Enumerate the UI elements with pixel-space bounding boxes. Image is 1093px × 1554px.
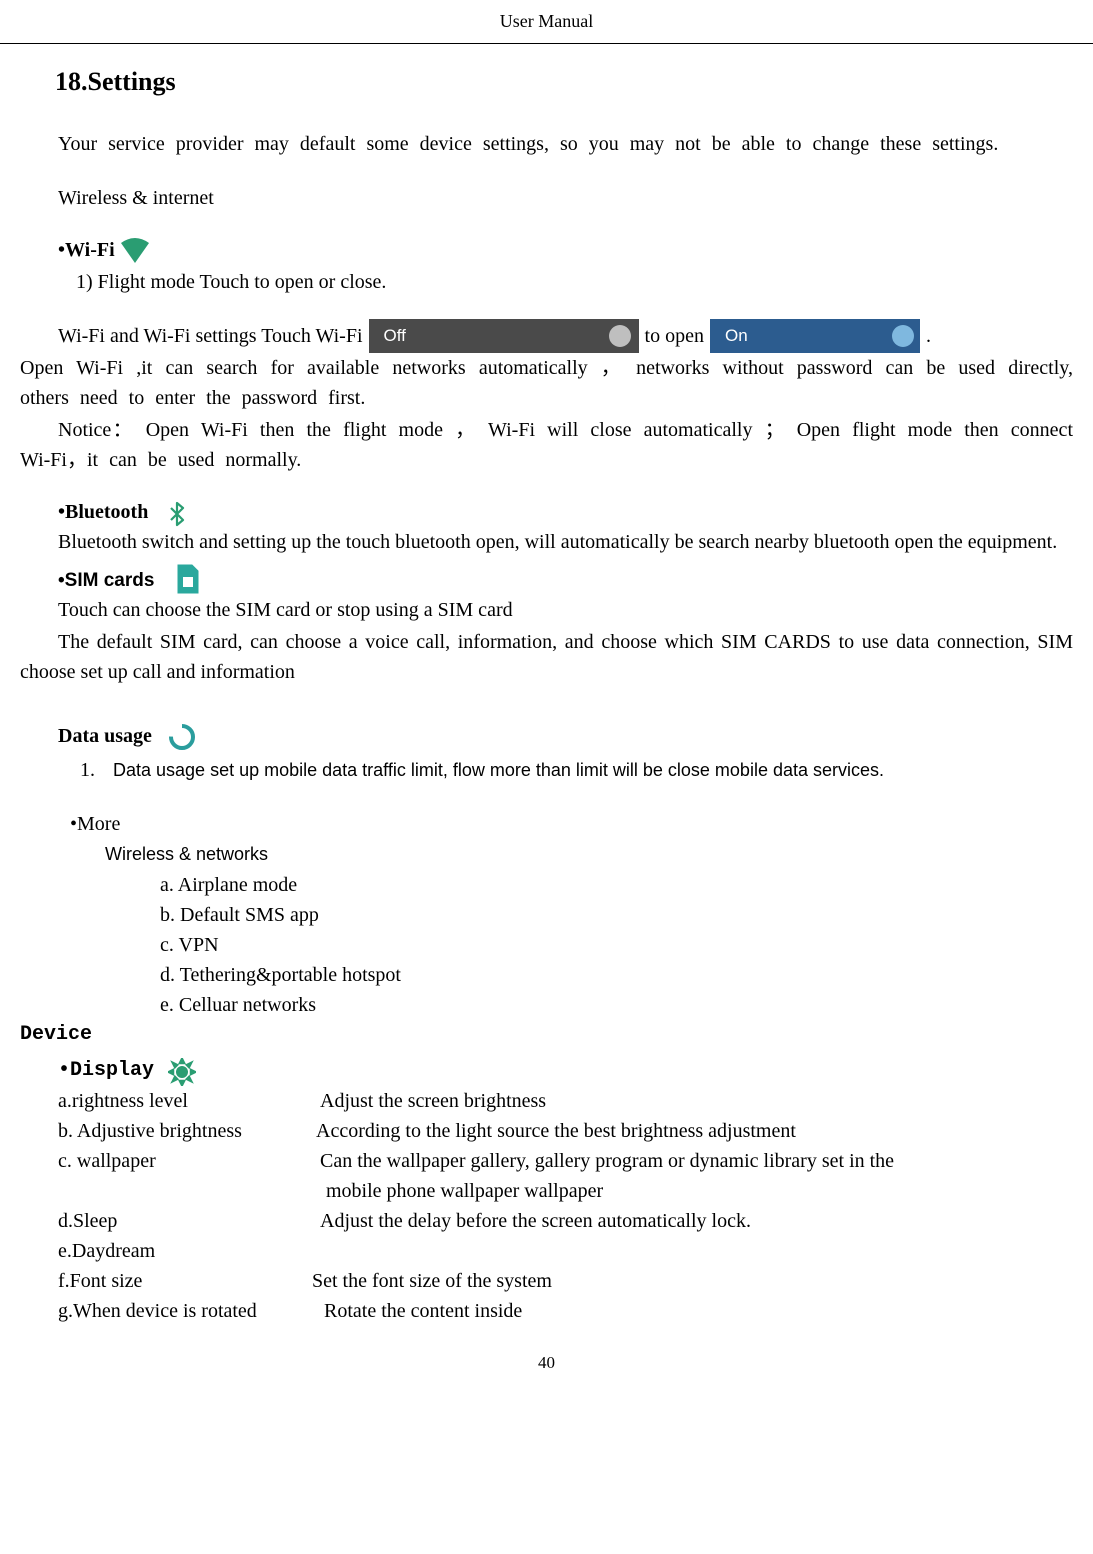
document-header: User Manual bbox=[0, 0, 1093, 44]
more-label: •More bbox=[20, 809, 1073, 839]
display-table: a.rightness level Adjust the screen brig… bbox=[20, 1086, 1073, 1326]
datausage-bullet: Data usage bbox=[20, 721, 1073, 751]
wifi-settings-text: Wi-Fi and Wi-Fi settings Touch Wi-Fi bbox=[58, 321, 363, 351]
display-icon bbox=[168, 1058, 196, 1086]
display-row-c: c. wallpaper Can the wallpaper gallery, … bbox=[58, 1146, 1073, 1176]
period: . bbox=[926, 321, 931, 351]
sim-bullet: •SIM cards bbox=[20, 563, 1073, 595]
data-usage-text: Data usage set up mobile data traffic li… bbox=[113, 757, 884, 784]
bluetooth-icon bbox=[164, 501, 190, 527]
display-label: •Display bbox=[58, 1056, 154, 1086]
more-b: b. Default SMS app bbox=[20, 900, 1073, 930]
bluetooth-bullet: •Bluetooth bbox=[20, 497, 1073, 527]
display-bullet: •Display bbox=[20, 1056, 1073, 1086]
wireless-heading: Wireless & internet bbox=[20, 183, 1073, 213]
datausage-label: Data usage bbox=[58, 721, 152, 751]
intro-para: Your service provider may default some d… bbox=[20, 129, 1073, 159]
display-row-b: b. Adjustive brightness According to the… bbox=[58, 1116, 1073, 1146]
more-c: c. VPN bbox=[20, 930, 1073, 960]
page-content: 18.Settings Your service provider may de… bbox=[0, 62, 1093, 1326]
wifi-settings-line: Wi-Fi and Wi-Fi settings Touch Wi-Fi Off… bbox=[20, 319, 1073, 353]
section-title: 18.Settings bbox=[55, 62, 1073, 101]
bluetooth-text: Bluetooth switch and setting up the touc… bbox=[20, 527, 1073, 557]
sim-icon bbox=[172, 563, 202, 595]
wifi-icon bbox=[119, 237, 151, 265]
wifi-toggle-on: On bbox=[710, 319, 920, 353]
wifi-cont: Open Wi-Fi ,it can search for available … bbox=[20, 353, 1073, 413]
wifi-toggle-off: Off bbox=[369, 319, 639, 353]
bluetooth-label: •Bluetooth bbox=[58, 497, 148, 527]
display-row-a: a.rightness level Adjust the screen brig… bbox=[58, 1086, 1073, 1116]
more-e: e. Celluar networks bbox=[20, 990, 1073, 1020]
page-number: 40 bbox=[0, 1350, 1093, 1376]
wifi-bullet: •Wi-Fi bbox=[20, 235, 1073, 265]
more-a: a. Airplane mode bbox=[20, 870, 1073, 900]
display-row-e: e.Daydream bbox=[58, 1236, 1073, 1266]
to-open-text: to open bbox=[645, 321, 704, 351]
more-subheading: Wireless & networks bbox=[20, 841, 1073, 868]
more-d: d. Tethering&portable hotspot bbox=[20, 960, 1073, 990]
display-row-g: g.When device is rotated Rotate the cont… bbox=[58, 1296, 1073, 1326]
more-list: a. Airplane mode b. Default SMS app c. V… bbox=[20, 870, 1073, 1020]
display-row-c2: mobile phone wallpaper wallpaper bbox=[58, 1176, 1073, 1206]
list-num: 1. bbox=[80, 755, 95, 785]
data-usage-item: 1. Data usage set up mobile data traffic… bbox=[20, 755, 1073, 785]
sim-line1: Touch can choose the SIM card or stop us… bbox=[20, 595, 1073, 625]
sim-line2: The default SIM card, can choose a voice… bbox=[20, 627, 1073, 687]
wifi-label: •Wi-Fi bbox=[58, 235, 115, 265]
flight-mode-item: 1) Flight mode Touch to open or close. bbox=[20, 267, 1073, 297]
wifi-notice: Notice： Open Wi-Fi then the flight mode … bbox=[20, 415, 1073, 475]
data-usage-icon bbox=[168, 723, 196, 751]
device-heading: Device bbox=[20, 1020, 1073, 1050]
display-row-f: f.Font size Set the font size of the sys… bbox=[58, 1266, 1073, 1296]
display-row-d: d.Sleep Adjust the delay before the scre… bbox=[58, 1206, 1073, 1236]
sim-label: •SIM cards bbox=[58, 567, 154, 596]
